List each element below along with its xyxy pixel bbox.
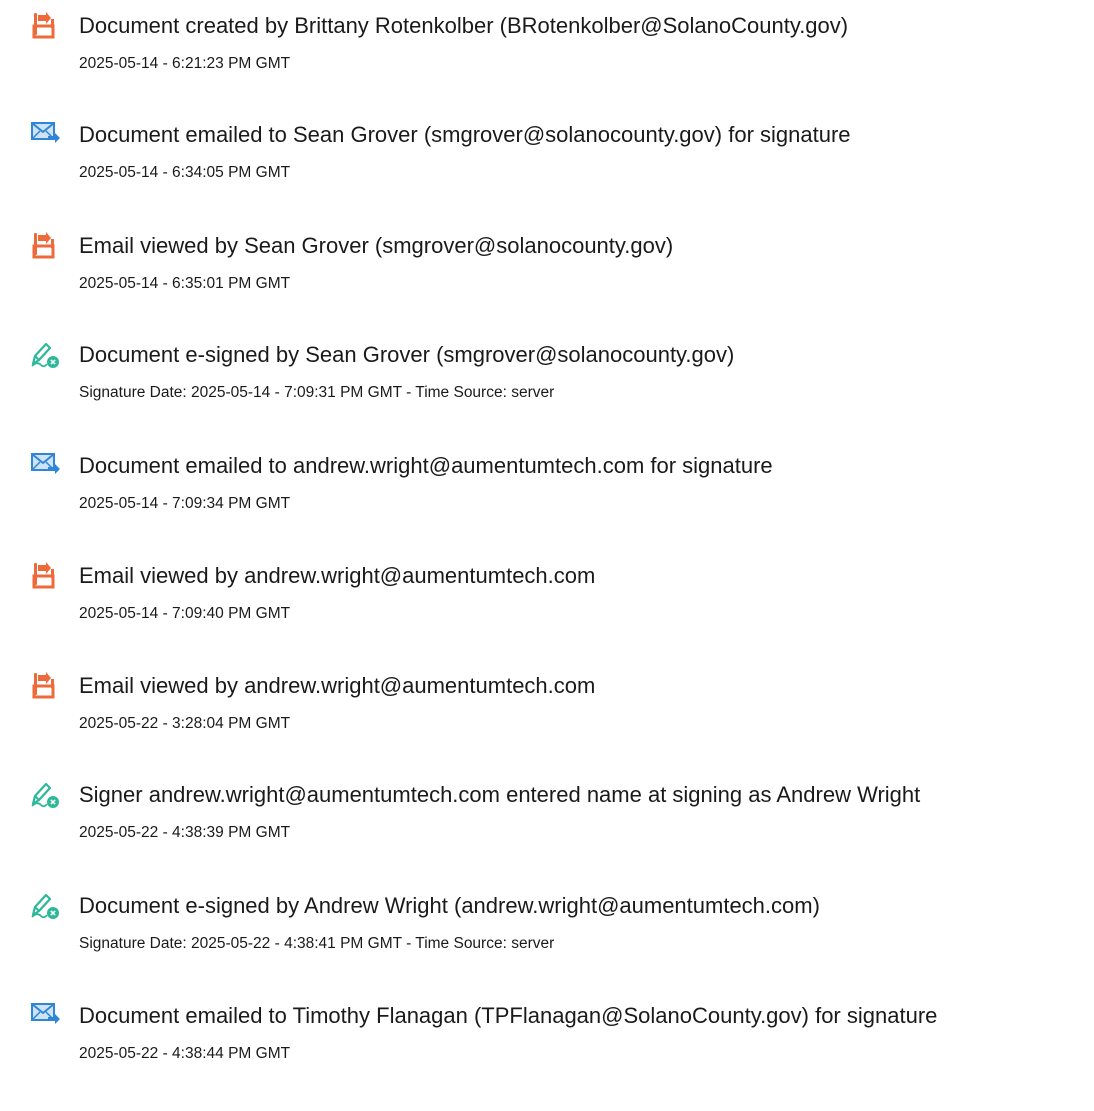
event-description: Email viewed by andrew.wright@aumentumte… xyxy=(79,563,596,588)
event-timestamp: 2025-05-14 - 7:09:40 PM GMT xyxy=(79,605,291,622)
email-sent-icon xyxy=(29,118,61,150)
audit-event: Document e-signed by Andrew Wright (andr… xyxy=(0,889,1094,989)
audit-event: Document created by Brittany Rotenkolber… xyxy=(0,9,1094,109)
event-timestamp: 2025-05-14 - 6:35:01 PM GMT xyxy=(79,275,291,292)
event-timestamp: 2025-05-22 - 3:28:04 PM GMT xyxy=(79,715,291,732)
event-description: Email viewed by andrew.wright@aumentumte… xyxy=(79,673,596,698)
event-description: Signer andrew.wright@aumentumtech.com en… xyxy=(79,782,921,807)
email-sent-icon xyxy=(29,449,61,481)
e-sign-pen-icon xyxy=(29,338,61,370)
document-created-icon xyxy=(29,9,61,41)
audit-event: Document e-signed by Sean Grover (smgrov… xyxy=(0,338,1094,438)
event-timestamp: Signature Date: 2025-05-22 - 4:38:41 PM … xyxy=(79,935,555,952)
email-sent-icon xyxy=(29,999,61,1031)
event-timestamp: 2025-05-22 - 4:38:39 PM GMT xyxy=(79,824,291,841)
audit-event: Email viewed by andrew.wright@aumentumte… xyxy=(0,559,1094,659)
event-description: Document e-signed by Sean Grover (smgrov… xyxy=(79,342,735,367)
audit-event: Email viewed by Sean Grover (smgrover@so… xyxy=(0,229,1094,329)
audit-event: Document emailed to andrew.wright@aument… xyxy=(0,449,1094,549)
event-timestamp: 2025-05-22 - 4:38:44 PM GMT xyxy=(79,1045,291,1062)
event-timestamp: Signature Date: 2025-05-14 - 7:09:31 PM … xyxy=(79,384,555,401)
email-viewed-icon xyxy=(29,669,61,701)
event-timestamp: 2025-05-14 - 6:34:05 PM GMT xyxy=(79,164,291,181)
event-description: Document e-signed by Andrew Wright (andr… xyxy=(79,893,820,918)
audit-event: Email viewed by andrew.wright@aumentumte… xyxy=(0,669,1094,769)
audit-event: Signer andrew.wright@aumentumtech.com en… xyxy=(0,778,1094,878)
event-timestamp: 2025-05-14 - 6:21:23 PM GMT xyxy=(79,55,291,72)
event-description: Document emailed to Sean Grover (smgrove… xyxy=(79,122,851,147)
audit-event: Document emailed to Timothy Flanagan (TP… xyxy=(0,999,1094,1099)
event-description: Document emailed to Timothy Flanagan (TP… xyxy=(79,1003,938,1028)
email-viewed-icon xyxy=(29,559,61,591)
event-description: Document emailed to andrew.wright@aument… xyxy=(79,453,773,478)
email-viewed-icon xyxy=(29,229,61,261)
audit-event: Document emailed to Sean Grover (smgrove… xyxy=(0,118,1094,218)
event-description: Document created by Brittany Rotenkolber… xyxy=(79,13,849,38)
event-timestamp: 2025-05-14 - 7:09:34 PM GMT xyxy=(79,495,291,512)
event-description: Email viewed by Sean Grover (smgrover@so… xyxy=(79,233,674,258)
e-sign-pen-icon xyxy=(29,778,61,810)
e-sign-pen-icon xyxy=(29,889,61,921)
